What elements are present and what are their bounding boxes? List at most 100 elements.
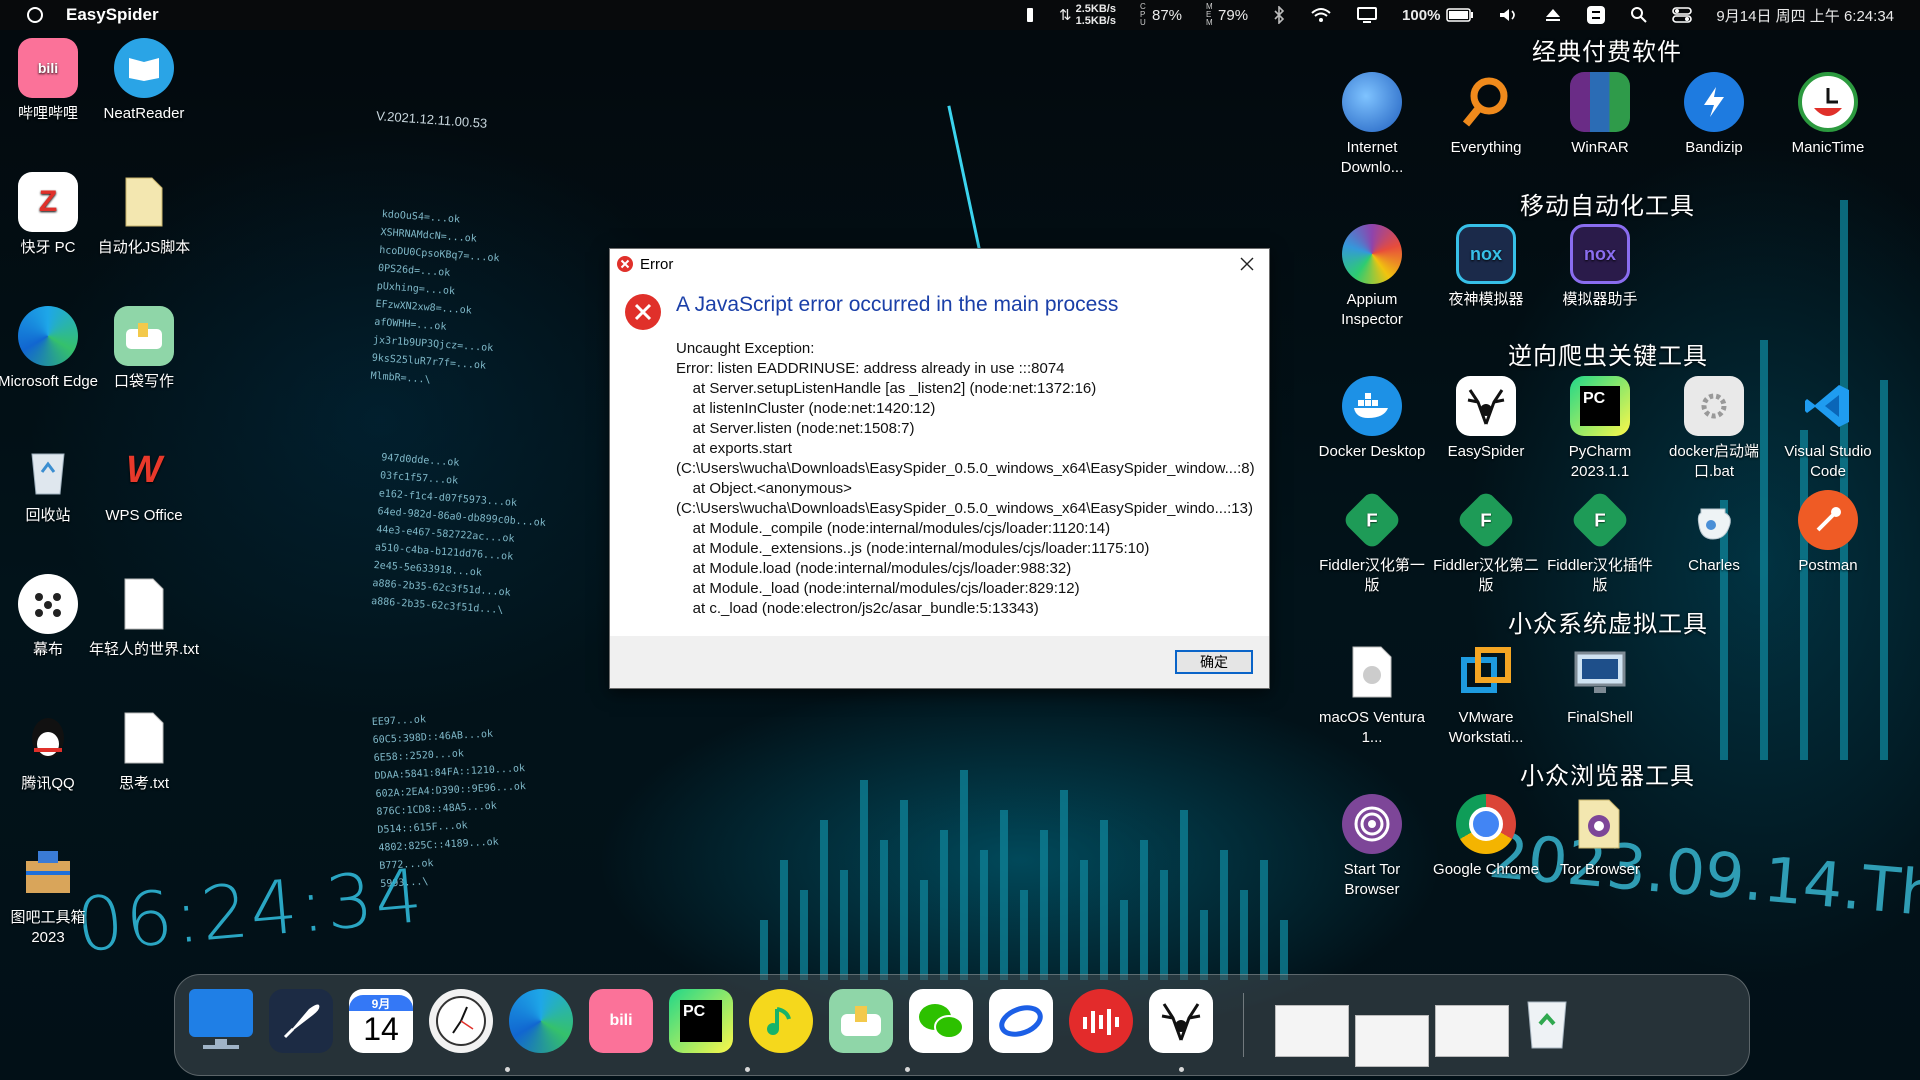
desktop-icon-start-tor[interactable]: Start Tor Browser: [1317, 794, 1427, 900]
minimized-window-thumbnail[interactable]: [1355, 1015, 1429, 1067]
desktop-icon-appium[interactable]: Appium Inspector: [1317, 224, 1427, 330]
qq-icon: [18, 708, 78, 768]
desktop-icon-wps[interactable]: W WPS Office: [89, 440, 199, 526]
desktop-icon-fiddler-plugin[interactable]: F Fiddler汉化插件版: [1545, 489, 1655, 596]
search-icon[interactable]: [1630, 6, 1648, 24]
dialog-titlebar[interactable]: Error: [610, 249, 1269, 279]
vmware-icon: [1456, 642, 1516, 702]
desktop-icon-easyspider[interactable]: EasySpider: [1431, 376, 1541, 462]
desktop-icon-charles[interactable]: Charles: [1659, 490, 1769, 576]
desktop-icon-vscode[interactable]: Visual Studio Code: [1773, 376, 1883, 482]
desktop-icon-vmware[interactable]: VMware Workstati...: [1431, 642, 1541, 748]
desktop-icon-manictime[interactable]: ManicTime: [1773, 72, 1883, 158]
desktop-icon-everything[interactable]: Everything: [1431, 72, 1541, 158]
desktop-icon-nox-helper[interactable]: nox 模拟器助手: [1545, 224, 1655, 310]
control-center-icon[interactable]: [1672, 6, 1693, 24]
active-app-name[interactable]: EasySpider: [66, 5, 159, 25]
dock-launchpad[interactable]: [269, 989, 333, 1053]
system-menu-icon[interactable]: [26, 6, 44, 24]
group-title-reverse-crawler: 逆向爬虫关键工具: [1508, 343, 1708, 370]
desktop-icon-chrome[interactable]: Google Chrome: [1431, 794, 1541, 880]
desktop-icon-edge[interactable]: Microsoft Edge: [0, 306, 103, 392]
vscode-icon: [1798, 376, 1858, 436]
clock-datetime[interactable]: 9月14日 周四 上午 6:24:34: [1716, 5, 1894, 26]
battery-small-icon[interactable]: [1025, 6, 1035, 24]
close-button[interactable]: [1225, 249, 1269, 279]
desktop-icon-label: 幕布: [32, 641, 63, 658]
desktop-icon-macos-ventura[interactable]: macOS Ventura 1...: [1317, 642, 1427, 748]
desktop-icon-label: Docker Desktop: [1318, 443, 1426, 460]
desktop-icon-label: Fiddler汉化插件版: [1547, 557, 1653, 594]
desktop-icon-kuaiya[interactable]: Z 快牙 PC: [0, 172, 103, 258]
minimized-window-thumbnail[interactable]: [1275, 1005, 1349, 1057]
netease-music-icon: [1083, 1009, 1119, 1035]
desktop-icon-nox[interactable]: nox 夜神模拟器: [1431, 224, 1541, 310]
desktop-icon-fiddler-2[interactable]: F Fiddler汉化第二版: [1431, 489, 1541, 596]
memory-meter[interactable]: MEM 79%: [1206, 3, 1248, 27]
launchpad-icon: [283, 1004, 320, 1039]
close-icon: [1240, 257, 1254, 271]
desktop-icon-label: Start Tor Browser: [1343, 861, 1401, 898]
dock-pocket-writing[interactable]: [829, 989, 893, 1053]
desktop-icon-postman[interactable]: Postman: [1773, 490, 1883, 576]
dock-calendar[interactable]: 9月 14: [349, 989, 413, 1053]
macos-file-icon: [1342, 642, 1402, 702]
volume-icon[interactable]: [1498, 6, 1520, 24]
error-small-icon: [617, 256, 633, 272]
charles-icon: [1684, 490, 1744, 550]
desktop-icon-label: Everything: [1450, 139, 1522, 156]
desktop-icon-neatreader[interactable]: NeatReader: [89, 38, 199, 124]
manictime-icon: [1798, 72, 1858, 132]
battery-status[interactable]: 100%: [1402, 7, 1474, 24]
desktop-icon-finalshell[interactable]: FinalShell: [1545, 642, 1655, 728]
running-indicator: [905, 1067, 910, 1072]
bandizip-icon: [1684, 72, 1744, 132]
cpu-meter[interactable]: CPU 87%: [1140, 3, 1182, 27]
dock-pycharm[interactable]: PC: [669, 989, 733, 1053]
bluetooth-icon[interactable]: [1272, 6, 1286, 24]
desktop-icon-docker-bat[interactable]: docker启动端口.bat: [1659, 376, 1769, 482]
desktop-icon-idm[interactable]: Internet Downlo...: [1317, 72, 1427, 178]
group-title-browsers: 小众浏览器工具: [1520, 763, 1695, 790]
running-indicator: [505, 1067, 510, 1072]
desktop-icon-pycharm[interactable]: PC PyCharm 2023.1.1: [1545, 376, 1655, 482]
desktop-icon-docker[interactable]: Docker Desktop: [1317, 376, 1427, 462]
desktop-icon-fiddler-1[interactable]: F Fiddler汉化第一版: [1317, 489, 1427, 596]
ok-button[interactable]: 确定: [1175, 650, 1253, 674]
clipboard-app-icon[interactable]: [1586, 5, 1606, 25]
desktop-icon-js-folder[interactable]: 自动化JS脚本: [89, 172, 199, 258]
pocket-writing-icon: [114, 306, 174, 366]
desktop-icon-label: Visual Studio Code: [1784, 443, 1872, 480]
desktop-icon-text-file[interactable]: 思考.txt: [89, 708, 199, 794]
dialog-heading: A JavaScript error occurred in the main …: [676, 293, 1119, 316]
dock-edge[interactable]: [509, 989, 573, 1053]
desktop-icon-bilibili[interactable]: bili 哔哩哔哩: [0, 38, 103, 124]
dock-finder[interactable]: [189, 989, 253, 1053]
dock-easyspider[interactable]: [1149, 989, 1213, 1053]
dock-wechat[interactable]: [909, 989, 973, 1053]
desktop-icon-winrar[interactable]: WinRAR: [1545, 72, 1655, 158]
desktop-icon-pocket-writing[interactable]: 口袋写作: [89, 306, 199, 392]
desktop-icon-label: 思考.txt: [118, 775, 169, 792]
wifi-icon[interactable]: [1310, 6, 1332, 24]
desktop-icon-label: Internet Downlo...: [1340, 139, 1404, 176]
dock-bilibili[interactable]: bili: [589, 989, 653, 1053]
dock-qqmusic[interactable]: [749, 989, 813, 1053]
desktop-icon-toolbox[interactable]: 图吧工具箱 2023: [0, 842, 103, 948]
desktop-icon-tor-browser[interactable]: Tor Browser: [1545, 794, 1655, 880]
folder-icon: [114, 172, 174, 232]
desktop-icon-recycle-bin[interactable]: 回收站: [0, 440, 103, 526]
dock-clock[interactable]: [429, 989, 493, 1053]
desktop-icon-mubu[interactable]: 幕布: [0, 574, 103, 660]
desktop-icon-label: 哔哩哔哩: [17, 105, 78, 122]
desktop-icon-qq[interactable]: 腾讯QQ: [0, 708, 103, 794]
desktop-icon-bandizip[interactable]: Bandizip: [1659, 72, 1769, 158]
dock-browser[interactable]: [989, 989, 1053, 1053]
network-speed[interactable]: ⇅ 2.5KB/s 1.5KB/s: [1059, 3, 1116, 27]
eject-icon[interactable]: [1544, 6, 1562, 24]
minimized-window-thumbnail[interactable]: [1435, 1005, 1509, 1057]
display-icon[interactable]: [1356, 6, 1378, 24]
dock-netease-music[interactable]: [1069, 989, 1133, 1053]
dock-recycle-bin[interactable]: [1515, 989, 1579, 1053]
desktop-icon-text-file[interactable]: 年轻人的世界.txt: [89, 574, 199, 660]
